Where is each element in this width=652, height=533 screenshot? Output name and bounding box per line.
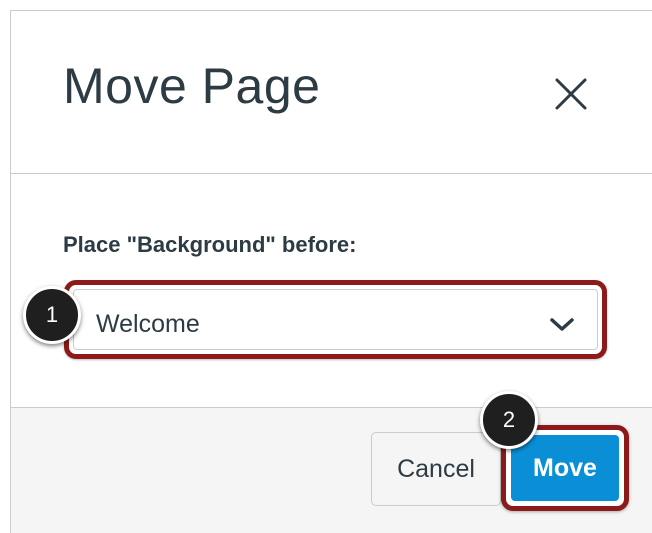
select-selected-value: Welcome — [96, 310, 200, 338]
dialog-body: Place "Background" before: Welcome — [11, 174, 652, 407]
move-page-dialog: Move Page Place "Background" before: Wel… — [10, 10, 652, 533]
position-select-label: Place "Background" before: — [63, 232, 357, 257]
step-badge-2: 2 — [480, 391, 538, 449]
select-field[interactable]: Welcome — [73, 289, 598, 350]
close-button[interactable] — [546, 69, 596, 119]
move-button[interactable]: Move — [511, 435, 619, 501]
step-badge-1: 1 — [23, 286, 81, 344]
position-select[interactable]: Welcome — [64, 280, 607, 359]
cancel-button[interactable]: Cancel — [371, 432, 501, 506]
close-icon — [555, 78, 587, 110]
dialog-header: Move Page — [11, 11, 652, 174]
screenshot-canvas: Move Page Place "Background" before: Wel… — [0, 0, 652, 533]
dialog-footer: Cancel Move — [11, 407, 652, 533]
chevron-down-icon — [550, 318, 574, 331]
dialog-title: Move Page — [63, 58, 321, 114]
